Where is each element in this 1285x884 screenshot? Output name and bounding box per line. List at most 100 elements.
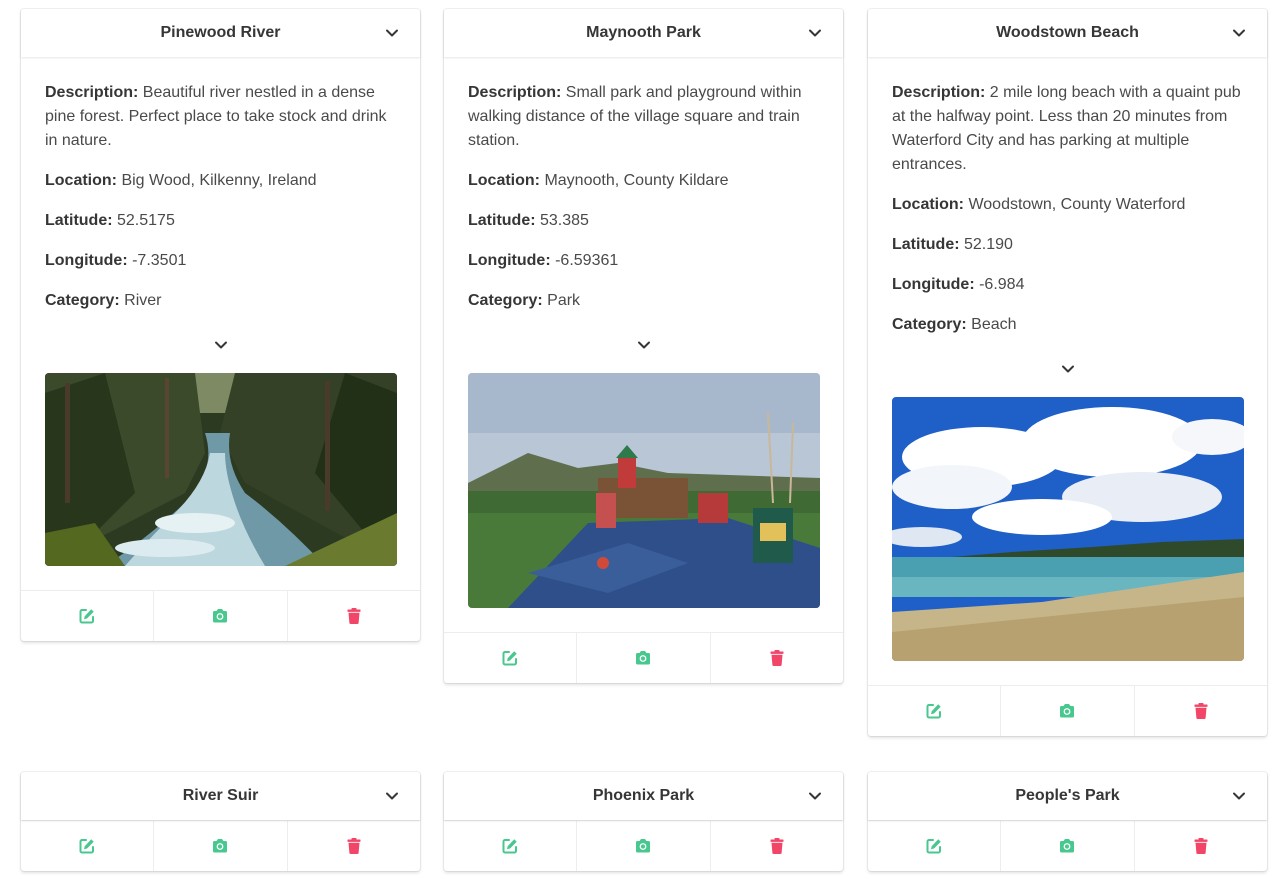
field-value: Park <box>547 292 581 309</box>
chevron-down-icon[interactable] <box>213 337 229 353</box>
place-card: People's Park <box>868 772 1267 871</box>
edit-button[interactable] <box>21 821 155 871</box>
description-field: Description: 2 mile long beach with a qu… <box>892 81 1243 177</box>
location-field: Location: Woodstown, County Waterford <box>892 193 1243 217</box>
camera-icon <box>211 837 229 855</box>
camera-icon <box>1058 702 1076 720</box>
description-field: Description: Beautiful river nestled in … <box>45 81 396 153</box>
location-field: Location: Big Wood, Kilkenny, Ireland <box>45 169 396 193</box>
field-value: -6.59361 <box>555 252 619 269</box>
card-header[interactable]: Pinewood River <box>21 9 420 57</box>
trash-icon <box>768 649 786 667</box>
camera-icon <box>211 607 229 625</box>
field-label: Location: <box>468 172 540 189</box>
image-toggle[interactable] <box>45 337 396 361</box>
chevron-down-icon[interactable] <box>384 788 400 804</box>
field-label: Latitude: <box>45 212 113 229</box>
chevron-down-icon[interactable] <box>807 25 823 41</box>
delete-button[interactable] <box>288 591 420 641</box>
edit-icon <box>501 649 519 667</box>
field-label: Latitude: <box>892 236 960 253</box>
card-title: Maynooth Park <box>586 24 701 41</box>
card-header[interactable]: River Suir <box>21 772 420 820</box>
chevron-down-icon[interactable] <box>807 788 823 804</box>
card-title: Phoenix Park <box>592 787 695 804</box>
card-header[interactable]: Phoenix Park <box>444 772 843 820</box>
edit-button[interactable] <box>21 591 155 641</box>
camera-button[interactable] <box>577 821 711 871</box>
card-header[interactable]: Woodstown Beach <box>868 9 1267 57</box>
card-title: People's Park <box>1015 787 1120 804</box>
chevron-down-icon[interactable] <box>636 337 652 353</box>
chevron-down-icon[interactable] <box>1231 25 1247 41</box>
camera-button[interactable] <box>154 591 288 641</box>
camera-icon <box>634 649 652 667</box>
field-value: Woodstown, County Waterford <box>968 196 1186 213</box>
edit-icon <box>501 837 519 855</box>
place-card: Woodstown Beach Description: 2 mile long… <box>868 9 1267 736</box>
category-field: Category: Park <box>468 289 819 313</box>
card-header[interactable]: People's Park <box>868 772 1267 820</box>
camera-button[interactable] <box>1001 821 1135 871</box>
field-label: Category: <box>468 292 543 309</box>
camera-button[interactable] <box>1001 686 1135 736</box>
card-header[interactable]: Maynooth Park <box>444 9 843 57</box>
river-photo <box>45 373 397 566</box>
delete-button[interactable] <box>288 821 420 871</box>
card-footer <box>21 820 420 871</box>
card-footer <box>444 632 843 683</box>
edit-icon <box>78 837 96 855</box>
field-label: Location: <box>892 196 964 213</box>
field-value: 53.385 <box>540 212 589 229</box>
park-photo <box>468 373 820 608</box>
field-label: Longitude: <box>468 252 551 269</box>
place-card: Phoenix Park <box>444 772 843 871</box>
image-toggle[interactable] <box>468 337 819 361</box>
trash-icon <box>345 837 363 855</box>
card-content: Description: Beautiful river nestled in … <box>21 57 420 566</box>
field-value: -7.3501 <box>132 252 187 269</box>
field-value: Beach <box>971 316 1017 333</box>
delete-button[interactable] <box>711 633 843 683</box>
chevron-down-icon[interactable] <box>384 25 400 41</box>
longitude-field: Longitude: -7.3501 <box>45 249 396 273</box>
trash-icon <box>1192 702 1210 720</box>
camera-icon <box>634 837 652 855</box>
image-toggle[interactable] <box>892 361 1243 385</box>
chevron-down-icon[interactable] <box>1060 361 1076 377</box>
field-value: 52.5175 <box>117 212 175 229</box>
delete-button[interactable] <box>711 821 843 871</box>
field-label: Description: <box>468 84 562 101</box>
card-footer <box>21 590 420 641</box>
longitude-field: Longitude: -6.984 <box>892 273 1243 297</box>
card-footer <box>868 820 1267 871</box>
card-content: Description: Small park and playground w… <box>444 57 843 608</box>
beach-photo <box>892 397 1244 661</box>
edit-button[interactable] <box>868 821 1002 871</box>
card-footer <box>444 820 843 871</box>
chevron-down-icon[interactable] <box>1231 788 1247 804</box>
edit-icon <box>925 837 943 855</box>
place-card: River Suir <box>21 772 420 871</box>
trash-icon <box>345 607 363 625</box>
edit-button[interactable] <box>444 633 578 683</box>
delete-button[interactable] <box>1135 821 1267 871</box>
camera-button[interactable] <box>154 821 288 871</box>
field-label: Longitude: <box>892 276 975 293</box>
camera-button[interactable] <box>577 633 711 683</box>
place-card: Maynooth Park Description: Small park an… <box>444 9 843 683</box>
field-label: Location: <box>45 172 117 189</box>
location-field: Location: Maynooth, County Kildare <box>468 169 819 193</box>
field-value: -6.984 <box>979 276 1025 293</box>
latitude-field: Latitude: 52.5175 <box>45 209 396 233</box>
edit-button[interactable] <box>444 821 578 871</box>
field-value: Maynooth, County Kildare <box>544 172 729 189</box>
edit-icon <box>925 702 943 720</box>
field-label: Description: <box>892 84 986 101</box>
edit-icon <box>78 607 96 625</box>
edit-button[interactable] <box>868 686 1002 736</box>
place-card: Pinewood River Description: Beautiful ri… <box>21 9 420 641</box>
delete-button[interactable] <box>1135 686 1267 736</box>
description-field: Description: Small park and playground w… <box>468 81 819 153</box>
card-title: River Suir <box>182 787 259 804</box>
